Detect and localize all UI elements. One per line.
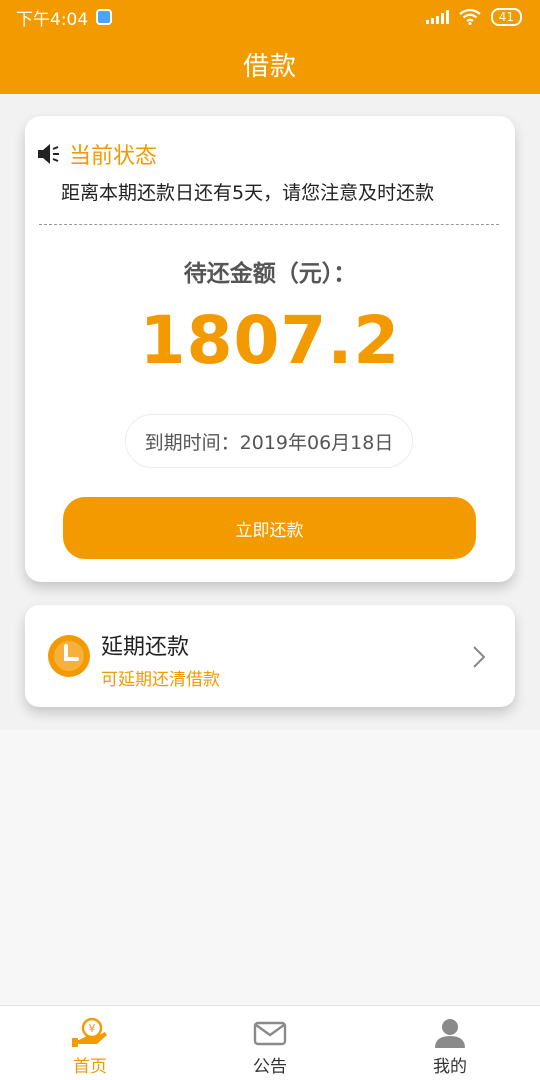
amount-due-value: 1807.2 [139, 302, 401, 379]
tab-home[interactable]: ¥ 首页 [0, 1006, 180, 1080]
due-date-text: 到期时间：2019年06月18日 [144, 431, 394, 454]
tab-profile[interactable]: 我的 [360, 1006, 540, 1080]
main-content: 当前状态 距离本期还款日还有5天，请您注意及时还款 待还金额（元）： 1807.… [0, 94, 540, 730]
dashed-divider [39, 224, 499, 225]
mail-icon [253, 1021, 287, 1046]
svg-text:¥: ¥ [89, 1022, 96, 1035]
status-bar: 下午4:04 41 [0, 0, 540, 34]
status-bar-left: 下午4:04 [16, 5, 113, 30]
current-status-header: 当前状态 [37, 138, 157, 170]
current-status-title: 当前状态 [69, 144, 158, 169]
tab-notice[interactable]: 公告 [180, 1006, 360, 1080]
status-bar-right: 41 [425, 8, 522, 26]
battery-indicator: 41 [490, 8, 522, 26]
bottom-tab-bar: ¥ 首页 公告 我的 [0, 1005, 540, 1080]
tab-home-label: 首页 [73, 1057, 107, 1077]
current-status-card: 当前状态 距离本期还款日还有5天，请您注意及时还款 待还金额（元）： 1807.… [25, 116, 515, 582]
app-notification-icon [96, 9, 113, 25]
status-time: 下午4:04 [16, 9, 89, 30]
due-date-pill: 到期时间：2019年06月18日 [125, 414, 413, 468]
wifi-icon [459, 9, 481, 25]
chevron-right-icon [473, 646, 486, 668]
clock-icon [48, 635, 90, 677]
tab-notice-label: 公告 [253, 1057, 287, 1077]
speaker-icon [38, 144, 59, 164]
signal-icon [425, 10, 449, 24]
user-icon [435, 1019, 465, 1048]
deferred-repayment-subtitle: 可延期还清借款 [101, 670, 220, 690]
repayment-reminder: 距离本期还款日还有5天，请您注意及时还款 [61, 182, 435, 204]
hand-coin-icon: ¥ [72, 1018, 107, 1047]
deferred-repayment-title: 延期还款 [101, 635, 190, 660]
amount-due-label: 待还金额（元）： [183, 261, 357, 287]
page-header: 借款 [0, 34, 540, 94]
page-title: 借款 [242, 51, 297, 82]
tab-profile-label: 我的 [433, 1057, 467, 1077]
repay-now-button[interactable]: 立即还款 [63, 497, 476, 559]
deferred-repayment-card[interactable]: 延期还款 可延期还清借款 [25, 605, 515, 707]
